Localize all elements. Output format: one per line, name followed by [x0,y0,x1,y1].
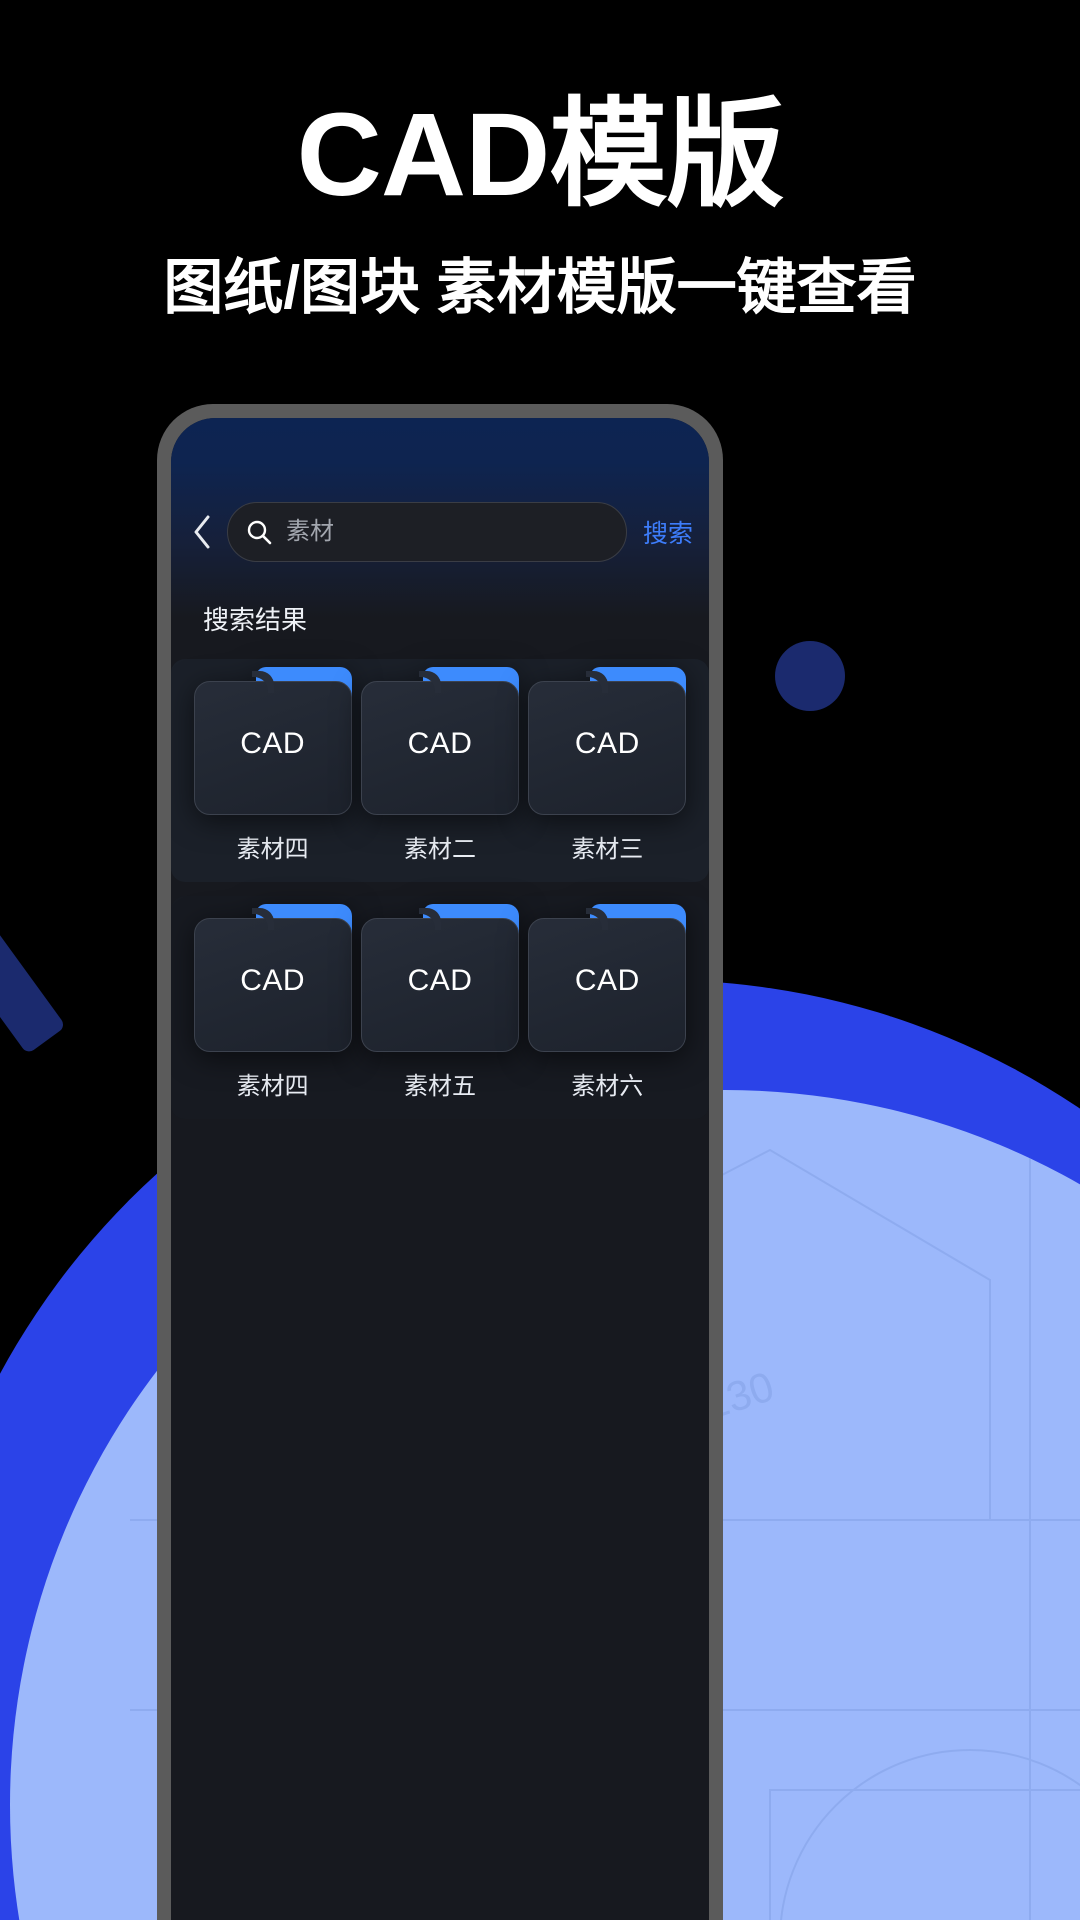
chevron-left-icon [192,515,212,549]
folder-icon: CAD [193,667,352,815]
back-button[interactable] [183,507,221,557]
folder-body: CAD [360,918,519,1052]
search-icon [246,519,272,545]
folder-badge: CAD [574,727,640,760]
page-title: CAD模版 [296,89,785,221]
folder-body: CAD [528,681,687,815]
results-section-title: 搜索结果 [203,605,308,635]
folder-card[interactable]: CAD 素材二 [356,667,523,864]
folder-label: 素材二 [403,836,476,863]
search-input[interactable]: 素材 [227,502,627,562]
phone-mockup: 素材 搜索 搜索结果 CAD 素材四 CAD 素材二 CAD 素材三 CAD 素… [157,404,723,1920]
folder-label: 素材五 [403,1073,476,1100]
folder-card[interactable]: CAD 素材四 [189,667,356,864]
folder-card[interactable]: CAD 素材四 [189,904,356,1101]
folder-body: CAD [193,918,352,1052]
folder-body: CAD [360,681,519,815]
results-row-1: CAD 素材四 CAD 素材二 CAD 素材三 [171,659,709,882]
folder-badge: CAD [407,727,473,760]
search-submit-button[interactable]: 搜索 [643,514,693,550]
folder-badge: CAD [240,964,306,997]
page-subtitle: 图纸/图块 素材模版一键查看 [163,254,917,321]
folder-icon: CAD [193,904,352,1052]
folder-card[interactable]: CAD 素材六 [524,904,691,1101]
folder-card[interactable]: CAD 素材三 [524,667,691,864]
navy-bar-decoration [0,905,67,1055]
folder-badge: CAD [407,964,473,997]
folder-body: CAD [193,681,352,815]
search-placeholder: 素材 [286,518,334,545]
folder-icon: CAD [360,667,519,815]
promo-headline: CAD模版 图纸/图块 素材模版一键查看 [0,96,1080,318]
folder-icon: CAD [360,904,519,1052]
navy-circle-decoration [775,641,845,711]
folder-icon: CAD [528,904,687,1052]
folder-label: 素材四 [236,836,309,863]
folder-label: 素材六 [571,1073,644,1100]
folder-body: CAD [528,918,687,1052]
folder-card[interactable]: CAD 素材五 [356,904,523,1101]
folder-badge: CAD [240,727,306,760]
folder-grid: CAD 素材四 CAD [171,904,709,1101]
folder-badge: CAD [574,964,640,997]
folder-icon: CAD [528,667,687,815]
promo-screenshot: 430 130 240 5 60 CAD模版 图纸/图块 素材模版一键查看 [0,0,1080,1920]
folder-label: 素材四 [236,1073,309,1100]
folder-grid: CAD 素材四 CAD [171,667,709,864]
search-bar: 素材 搜索 [171,500,709,564]
results-row-2: CAD 素材四 CAD 素材五 CAD 素材六 [171,896,709,1119]
folder-label: 素材三 [571,836,644,863]
phone-screen: 素材 搜索 搜索结果 CAD 素材四 CAD 素材二 CAD 素材三 CAD 素… [171,418,709,1920]
